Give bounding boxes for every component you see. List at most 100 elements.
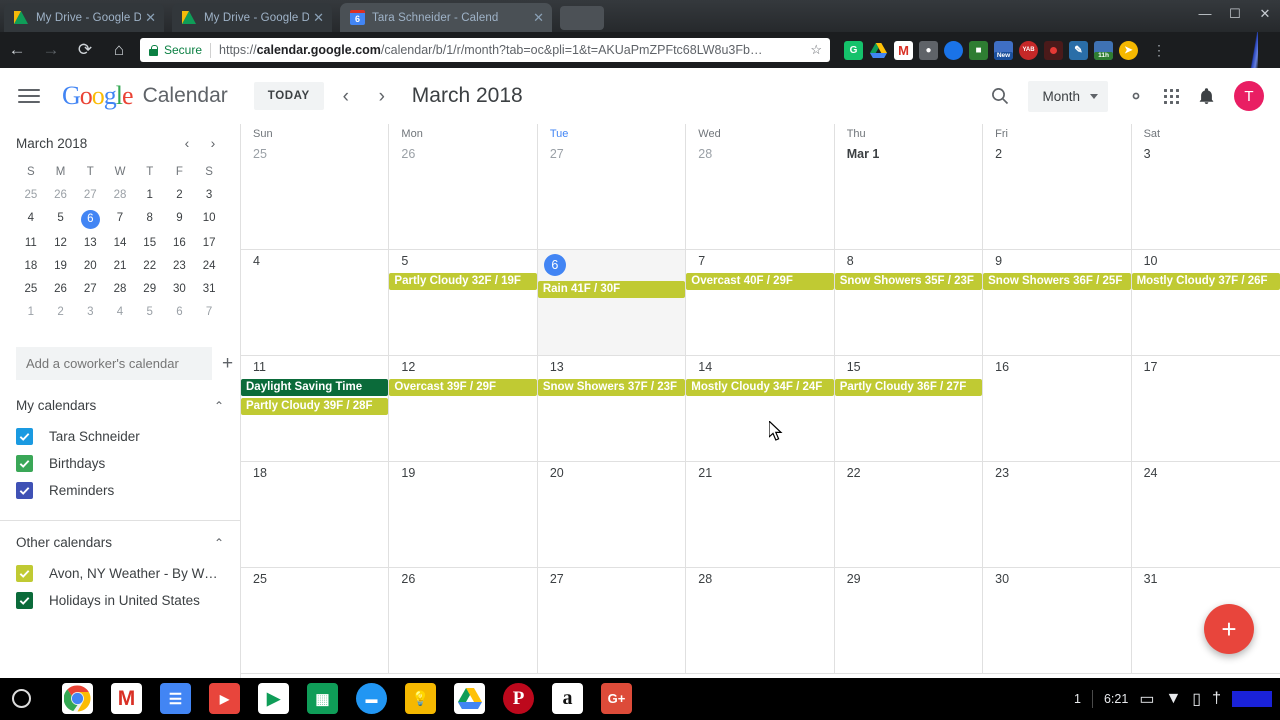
mini-calendar-day[interactable]: 29 xyxy=(135,281,165,298)
calendar-list-item[interactable]: Avon, NY Weather - By We… xyxy=(0,560,240,587)
pen-extension-icon[interactable]: ✎ xyxy=(1069,40,1088,60)
close-icon[interactable]: ✕ xyxy=(533,11,544,24)
date-number[interactable]: 9 xyxy=(983,254,1130,268)
clock[interactable]: 6:21 xyxy=(1104,692,1128,706)
address-bar[interactable]: Secure https://calendar.google.com/calen… xyxy=(140,38,830,62)
forward-icon[interactable]: → xyxy=(34,40,68,60)
day-cell[interactable]: 6 Rain 41F / 30F xyxy=(537,250,687,355)
google-keep-app-icon[interactable]: 💡 xyxy=(405,683,436,714)
mini-calendar-grid[interactable]: S M T W T F S 25 26 27 28 1 2 3 4 5 6 7 8 9 10 11 12 13 14 15 16 17… xyxy=(16,164,224,321)
battery-icon[interactable]: ▯ xyxy=(1192,689,1201,709)
day-cell[interactable]: 22 xyxy=(835,462,984,567)
date-number[interactable]: 14 xyxy=(686,360,833,374)
day-cell[interactable]: 26 xyxy=(389,568,538,673)
gmail-extension-icon[interactable]: M xyxy=(894,40,913,60)
day-cell[interactable]: 18 xyxy=(241,462,390,567)
date-number[interactable]: 30 xyxy=(983,572,1130,586)
day-cell[interactable]: 10 Mostly Cloudy 37F / 26F xyxy=(1131,250,1280,355)
day-cell[interactable]: 11 Daylight Saving Time Partly Cloudy 39F … xyxy=(241,356,390,461)
date-number[interactable]: 15 xyxy=(835,360,982,374)
apps-grid-icon[interactable] xyxy=(1164,88,1179,104)
mini-prev-month-button[interactable]: ‹ xyxy=(176,132,198,154)
date-number[interactable]: 12 xyxy=(389,360,536,374)
weather-event-chip[interactable]: Partly Cloudy 36F / 27F xyxy=(834,379,983,396)
new-tab-button[interactable] xyxy=(560,6,604,30)
date-number[interactable]: 8 xyxy=(835,254,982,268)
date-number[interactable]: 2 xyxy=(983,147,1130,161)
google-plus-app-icon[interactable]: G+ xyxy=(601,683,632,714)
date-number[interactable]: 26 xyxy=(389,147,536,161)
timer-extension-icon[interactable]: 11h xyxy=(1094,40,1113,60)
add-calendar-plus-icon[interactable]: + xyxy=(212,353,239,375)
day-cell[interactable]: 25 xyxy=(241,568,390,673)
amazon-app-icon[interactable]: a xyxy=(552,683,583,714)
mini-calendar-day[interactable]: 4 xyxy=(105,304,135,321)
mini-calendar-day[interactable]: 11 xyxy=(16,235,46,252)
date-number[interactable]: 18 xyxy=(241,466,388,480)
mini-calendar-day[interactable]: 26 xyxy=(46,187,76,204)
green-notes-extension-icon[interactable]: ■ xyxy=(969,40,988,60)
day-cell[interactable]: 24 xyxy=(1132,462,1280,567)
user-icon[interactable]: † xyxy=(1212,690,1221,708)
calendar-list-item[interactable]: Birthdays xyxy=(0,450,240,477)
my-calendars-header[interactable]: My calendars ⌃ xyxy=(0,398,240,413)
calendar-list-item[interactable]: Tara Schneider xyxy=(0,423,240,450)
day-cell[interactable]: 29 xyxy=(835,568,984,673)
mini-calendar-day[interactable]: 8 xyxy=(135,210,165,229)
google-sheets-app-icon[interactable]: ▦ xyxy=(307,683,338,714)
gear-icon[interactable] xyxy=(1126,86,1146,106)
mini-calendar-day[interactable]: 7 xyxy=(105,210,135,229)
browser-menu-icon[interactable]: ⋮ xyxy=(1152,43,1166,57)
files-app-icon[interactable]: ▬ xyxy=(356,683,387,714)
day-cell[interactable]: Sun 25 xyxy=(241,124,390,249)
mini-calendar-day[interactable]: 20 xyxy=(75,258,105,275)
date-number[interactable]: 26 xyxy=(389,572,536,586)
date-number[interactable]: 16 xyxy=(983,360,1130,374)
mini-calendar-day[interactable]: 28 xyxy=(105,187,135,204)
date-number[interactable]: 23 xyxy=(983,466,1130,480)
day-cell[interactable]: 28 xyxy=(686,568,835,673)
weather-event-chip[interactable]: Overcast 40F / 29F xyxy=(686,273,834,290)
google-drive-app-icon[interactable] xyxy=(454,683,485,714)
date-number[interactable]: 24 xyxy=(1132,466,1280,480)
close-window-icon[interactable]: ✕ xyxy=(1258,7,1272,20)
day-cell[interactable]: 14 Mostly Cloudy 34F / 24F xyxy=(686,356,835,461)
date-number[interactable]: 25 xyxy=(241,147,388,161)
bookmark-star-icon[interactable]: ☆ xyxy=(810,42,822,58)
day-cell[interactable]: 16 xyxy=(983,356,1132,461)
calendar-list-item[interactable]: Holidays in United States xyxy=(0,587,240,614)
mini-calendar-day[interactable]: 30 xyxy=(165,281,195,298)
mini-calendar-day[interactable]: 25 xyxy=(16,281,46,298)
holiday-event-chip[interactable]: Daylight Saving Time xyxy=(241,379,389,396)
day-cell[interactable]: Mon 26 xyxy=(389,124,538,249)
date-number[interactable]: Mar 1 xyxy=(835,147,982,161)
mini-calendar-day[interactable]: 1 xyxy=(135,187,165,204)
other-calendars-header[interactable]: Other calendars ⌃ xyxy=(0,535,240,550)
checkbox-checked-icon[interactable] xyxy=(16,482,33,499)
mini-calendar-day[interactable]: 26 xyxy=(46,281,76,298)
pinterest-app-icon[interactable]: P xyxy=(503,683,534,714)
date-number[interactable]: 13 xyxy=(538,360,685,374)
weather-event-chip[interactable]: Rain 41F / 30F xyxy=(537,281,686,298)
date-number[interactable]: 27 xyxy=(538,572,685,586)
day-cell[interactable]: Wed 28 xyxy=(686,124,835,249)
mini-calendar-day[interactable]: 3 xyxy=(75,304,105,321)
day-cell[interactable]: Sat 3 xyxy=(1132,124,1280,249)
day-cell[interactable]: 20 xyxy=(538,462,687,567)
reload-icon[interactable]: ⟳ xyxy=(68,40,102,60)
chevron-up-icon[interactable]: ⌃ xyxy=(214,399,224,413)
day-cell[interactable]: 19 xyxy=(389,462,538,567)
mini-calendar-day[interactable]: 2 xyxy=(46,304,76,321)
date-number[interactable]: 20 xyxy=(538,466,685,480)
search-icon[interactable] xyxy=(990,86,1010,106)
day-cell[interactable]: 7 Overcast 40F / 29F xyxy=(686,250,835,355)
weather-event-chip[interactable]: Partly Cloudy 39F / 28F xyxy=(241,398,389,415)
date-number[interactable]: 19 xyxy=(389,466,536,480)
youtube-app-icon[interactable]: ▶ xyxy=(209,683,240,714)
blue-circle-extension-icon[interactable] xyxy=(944,40,963,60)
mini-calendar-day[interactable]: 28 xyxy=(105,281,135,298)
next-period-button[interactable]: › xyxy=(368,82,396,110)
calendar-list-item[interactable]: Reminders xyxy=(0,477,240,504)
mini-calendar-day[interactable]: 25 xyxy=(16,187,46,204)
day-cell[interactable]: Thu Mar 1 xyxy=(835,124,984,249)
